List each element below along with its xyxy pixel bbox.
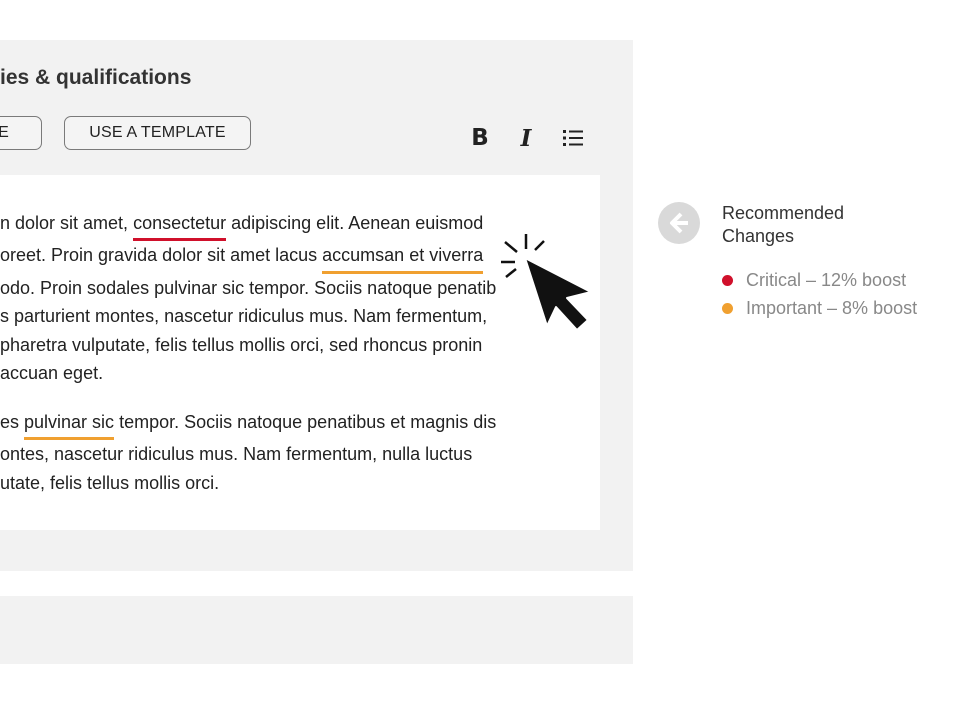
text-line: n dolor sit amet, consectetur adipiscing… — [0, 209, 496, 242]
title-line: Changes — [722, 226, 795, 246]
important-highlight[interactable]: pulvinar sic — [24, 408, 115, 441]
text-line: accuan eget. — [0, 363, 104, 384]
legend-label: Critical – 12% boost — [746, 270, 907, 290]
legend-important: Important – 8% boost — [722, 298, 917, 319]
paragraph-2: es pulvinar sic tempor. Sociis natoque p… — [0, 408, 496, 497]
legend-critical: Critical – 12% boost — [722, 270, 906, 291]
text-segment: oreet. Proin gravida dolor sit amet lacu… — [0, 245, 323, 266]
text-line: s parturient montes, nascetur ridiculus … — [0, 306, 488, 327]
paragraph-1: n dolor sit amet, consectetur adipiscing… — [0, 209, 496, 387]
legend-label: Important – 8% boost — [746, 298, 918, 318]
arrow-left-circle-icon[interactable] — [658, 202, 700, 244]
bullet-list-icon[interactable] — [560, 124, 586, 152]
pointer-click-icon — [501, 234, 592, 331]
use-template-button[interactable]: USE A TEMPLATE — [64, 116, 251, 150]
title-line: Recommended — [722, 203, 845, 223]
text-line: es pulvinar sic tempor. Sociis natoque p… — [0, 408, 497, 441]
text-line: pharetra vulputate, felis tellus mollis … — [0, 334, 483, 355]
italic-icon[interactable]: I — [513, 124, 539, 152]
text-line: ontes, nascetur ridiculus mus. Nam ferme… — [0, 444, 473, 465]
screen: ies & qualifications E USE A TEMPLATE B … — [0, 0, 956, 718]
text-segment: es — [0, 412, 25, 432]
important-highlight[interactable]: accumsan et viverra — [322, 241, 484, 274]
bold-icon[interactable]: B — [467, 124, 493, 152]
toolbar-button-partial[interactable]: E — [0, 116, 42, 150]
critical-highlight[interactable]: consectetur — [133, 209, 227, 242]
next-section-panel — [0, 596, 633, 664]
text-segment: adipiscing elit. Aenean euismod — [226, 213, 484, 233]
section-title: ies & qualifications — [0, 66, 192, 89]
critical-dot-icon — [722, 275, 733, 286]
text-line: odo. Proin sodales pulvinar sic tempor. … — [0, 277, 497, 298]
recommended-changes-title: Recommended Changes — [722, 202, 844, 248]
text-segment: n dolor sit amet, — [0, 213, 134, 233]
text-line: utate, felis tellus mollis orci. — [0, 472, 220, 493]
important-dot-icon — [722, 303, 733, 314]
text-line: oreet. Proin gravida dolor sit amet lacu… — [0, 241, 496, 274]
text-segment: tempor. Sociis natoque penatibus et magn… — [114, 412, 497, 432]
